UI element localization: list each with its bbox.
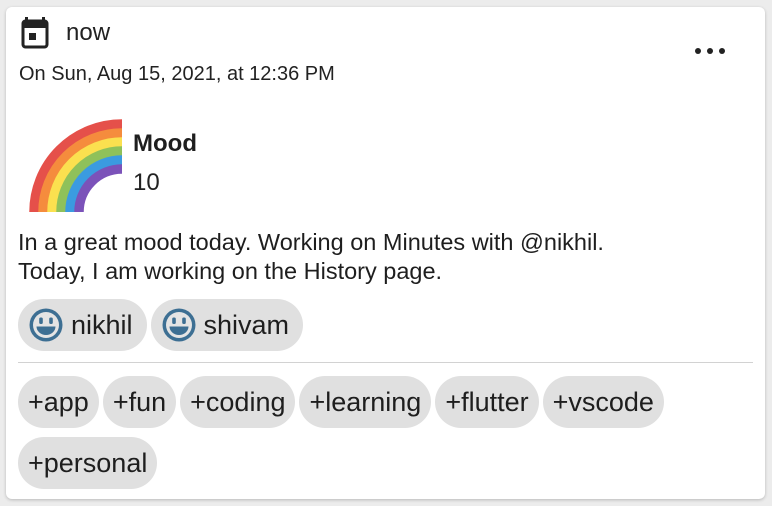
tag-chip-fun[interactable]: +fun (102, 376, 177, 428)
person-name: nikhil (71, 309, 133, 340)
people-list: nikhil shivam (18, 299, 304, 351)
tag-chip-learning[interactable]: +learning (299, 376, 432, 428)
smiley-face-icon (162, 308, 196, 342)
person-chip-shivam[interactable]: shivam (150, 299, 304, 351)
smiley-face-icon (29, 308, 63, 342)
tag-chip-coding[interactable]: +coding (180, 376, 296, 428)
more-dot (695, 48, 701, 54)
tag-chip-flutter[interactable]: +flutter (435, 376, 539, 428)
entry-header: now (21, 15, 110, 51)
note-line: In a great mood today. Working on Minute… (18, 229, 604, 255)
mood-value: 10 (133, 169, 160, 196)
more-options-button[interactable] (695, 41, 725, 61)
person-chip-nikhil[interactable]: nikhil (18, 299, 147, 351)
calendar-icon (21, 17, 49, 49)
more-dot (719, 48, 725, 54)
entry-datetime: On Sun, Aug 15, 2021, at 12:36 PM (19, 63, 335, 85)
tag-chip-personal[interactable]: +personal (18, 437, 158, 489)
entry-note: In a great mood today. Working on Minute… (18, 228, 604, 286)
person-name: shivam (203, 309, 290, 340)
note-line: Today, I am working on the History page. (18, 258, 443, 284)
entry-card: now On Sun, Aug 15, 2021, at 12:36 PM Mo… (6, 7, 765, 499)
tag-chip-vscode[interactable]: +vscode (542, 376, 664, 428)
divider (18, 362, 753, 363)
more-dot (707, 48, 713, 54)
tag-list: +app +fun +coding +learning +flutter +vs… (18, 376, 718, 489)
rainbow-icon (29, 119, 122, 212)
tag-chip-app[interactable]: +app (18, 376, 99, 428)
mood-label: Mood (133, 130, 197, 157)
relative-time: now (66, 19, 111, 46)
